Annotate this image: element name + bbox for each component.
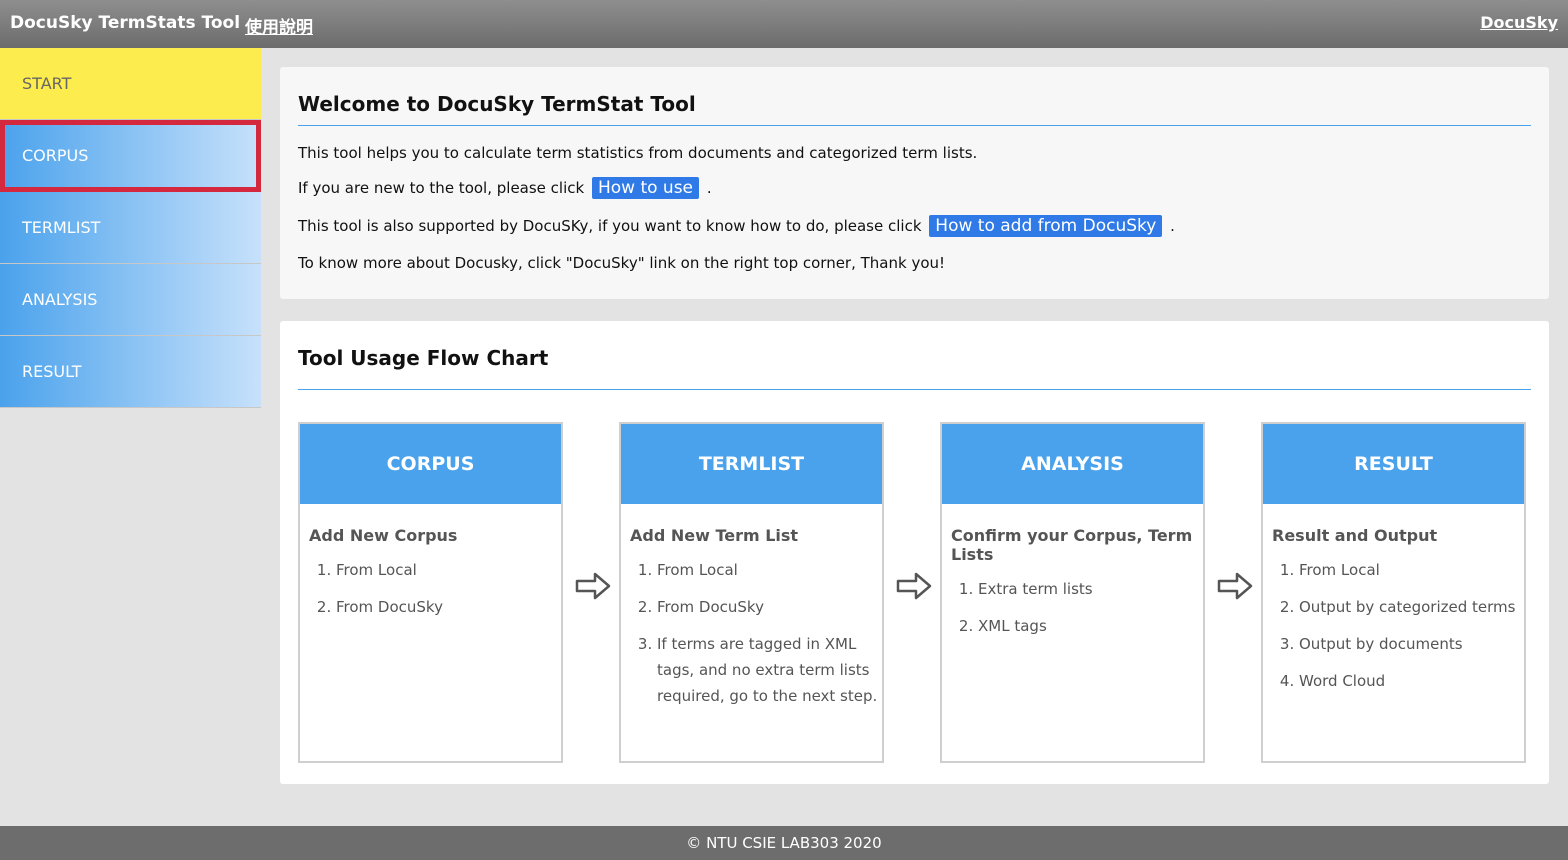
flow-step-corpus: CORPUS Add New Corpus From Local From Do… [298, 422, 563, 763]
list-item: From Local [1299, 557, 1524, 583]
sidebar-item-start[interactable]: START [0, 48, 261, 120]
docusky-link[interactable]: DocuSky [1480, 13, 1558, 32]
welcome-title: Welcome to DocuSky TermStat Tool [298, 92, 696, 116]
flow-step-list: Extra term lists XML tags [942, 576, 1203, 639]
flow-step-header: RESULT [1263, 424, 1524, 504]
help-link[interactable]: 使用說明 [245, 13, 313, 38]
flow-step-list: From Local From DocuSky If terms are tag… [621, 557, 882, 709]
sidebar-item-label: TERMLIST [22, 218, 101, 237]
top-bar: DocuSky TermStats Tool 使用說明 DocuSky [0, 0, 1568, 48]
flow-chart-card: Tool Usage Flow Chart CORPUS Add New Cor… [280, 321, 1549, 784]
flow-step-termlist: TERMLIST Add New Term List From Local Fr… [619, 422, 884, 763]
welcome-line-3-text: This tool is also supported by DocuSKy, … [298, 217, 922, 235]
sidebar-item-analysis[interactable]: ANALYSIS [0, 264, 261, 336]
flow-step-subtitle: Confirm your Corpus, Term Lists [951, 526, 1193, 564]
flow-step-list: From Local From DocuSky [300, 557, 561, 620]
flow-step-subtitle: Add New Corpus [309, 526, 458, 545]
flow-step-header: TERMLIST [621, 424, 882, 504]
welcome-line-4: To know more about Docusky, click "DocuS… [298, 254, 946, 272]
welcome-line-2-text: If you are new to the tool, please click [298, 179, 585, 197]
welcome-line-3: This tool is also supported by DocuSKy, … [298, 215, 1175, 237]
list-item: Word Cloud [1299, 668, 1524, 694]
flow-step-list: From Local Output by categorized terms O… [1263, 557, 1524, 694]
list-item: XML tags [978, 613, 1203, 639]
sidebar-item-label: RESULT [22, 362, 82, 381]
flow-step-subtitle: Add New Term List [630, 526, 799, 545]
footer-text: © NTU CSIE LAB303 2020 [686, 834, 882, 852]
list-item: From DocuSky [336, 594, 561, 620]
flow-step-result: RESULT Result and Output From Local Outp… [1261, 422, 1526, 763]
divider [298, 125, 1531, 126]
flow-step-subtitle: Result and Output [1272, 526, 1438, 545]
sidebar-item-label: CORPUS [22, 146, 89, 165]
list-item: From Local [657, 557, 882, 583]
list-item: If terms are tagged in XML tags, and no … [657, 631, 882, 709]
sidebar-item-termlist[interactable]: TERMLIST [0, 192, 261, 264]
how-to-add-from-docusky-button[interactable]: How to add from DocuSky [929, 215, 1163, 237]
welcome-line-1: This tool helps you to calculate term st… [298, 144, 978, 162]
divider [298, 389, 1531, 390]
sidebar-item-label: START [22, 74, 72, 93]
flow-step-analysis: ANALYSIS Confirm your Corpus, Term Lists… [940, 422, 1205, 763]
flow-step-header: ANALYSIS [942, 424, 1203, 504]
sidebar-item-result[interactable]: RESULT [0, 336, 261, 408]
sidebar-item-corpus[interactable]: CORPUS [0, 120, 261, 192]
arrow-right-icon [575, 572, 611, 600]
sidebar: START CORPUS TERMLIST ANALYSIS RESULT [0, 48, 261, 408]
arrow-right-icon [896, 572, 932, 600]
sidebar-item-label: ANALYSIS [22, 290, 98, 309]
list-item: From DocuSky [657, 594, 882, 620]
list-item: From Local [336, 557, 561, 583]
list-item: Output by categorized terms [1299, 594, 1524, 620]
arrow-right-icon [1217, 572, 1253, 600]
welcome-line-3-end: . [1170, 217, 1175, 235]
welcome-line-2: If you are new to the tool, please click… [298, 177, 712, 199]
list-item: Extra term lists [978, 576, 1203, 602]
list-item: Output by documents [1299, 631, 1524, 657]
welcome-card: Welcome to DocuSky TermStat Tool This to… [280, 67, 1549, 299]
welcome-line-2-end: . [706, 179, 712, 197]
how-to-use-button[interactable]: How to use [591, 177, 700, 199]
flow-chart-title: Tool Usage Flow Chart [298, 346, 549, 370]
app-title: DocuSky TermStats Tool [10, 13, 241, 33]
footer: © NTU CSIE LAB303 2020 [0, 826, 1568, 860]
flow-step-header: CORPUS [300, 424, 561, 504]
